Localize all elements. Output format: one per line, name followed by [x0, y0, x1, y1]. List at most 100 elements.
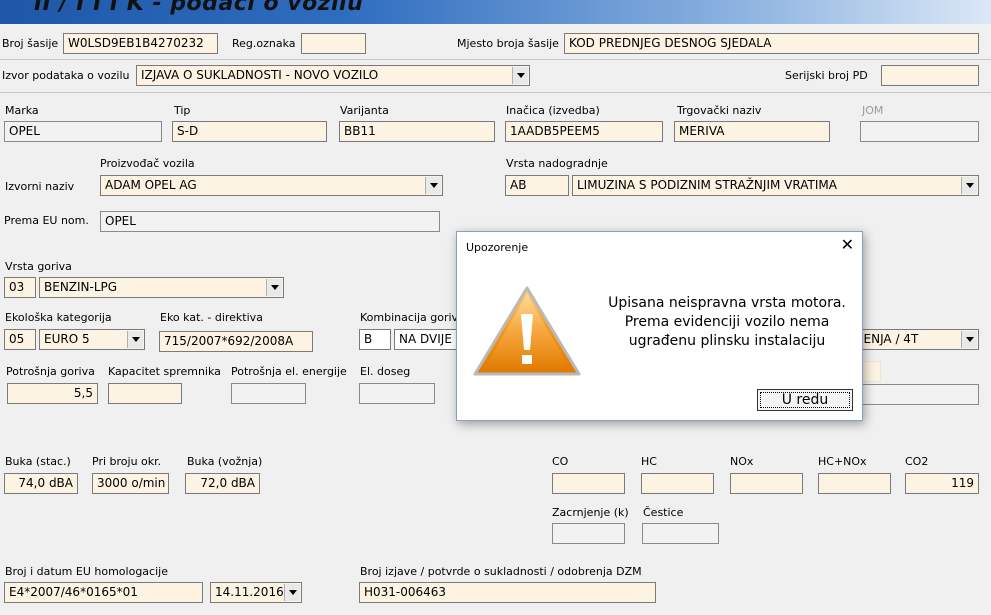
vrsta-motora-value: JENJA / 4T [860, 332, 919, 346]
izvor-podataka-label: Izvor podataka o vozilu [2, 69, 130, 82]
kombinacija-code-field[interactable]: B [359, 329, 391, 350]
izvor-podataka-select[interactable]: IZJAVA O SUKLADNOSTI - NOVO VOZILO [136, 65, 530, 86]
eu-homologacija-datum-field[interactable]: 14.11.2016 [210, 582, 302, 603]
tip-label: Tip [174, 104, 191, 117]
inacica-field[interactable]: 1AADB5PEEM5 [505, 121, 663, 142]
proizvodac-select[interactable]: ADAM OPEL AG [100, 175, 443, 196]
vrsta-nadogradnje-label: Vrsta nadogradnje [506, 157, 608, 170]
izvorni-naziv-label: Izvorni naziv [5, 180, 75, 193]
buka-voznja-field[interactable]: 72,0 dBA [185, 473, 260, 494]
gorivo-value: BENZIN-LPG [44, 280, 118, 294]
marka-label: Marka [5, 104, 39, 117]
pri-broju-okr-label: Pri broju okr. [92, 455, 162, 468]
broj-sasije-field[interactable]: W0LSD9EB1B4270232 [63, 33, 218, 54]
page-title: II / I I I K - podaci o vozilu [34, 0, 364, 16]
dialog-title: Upozorenje [466, 241, 529, 254]
serijski-broj-field[interactable] [881, 65, 979, 86]
zacrnjenje-label: Zacrnjenje (k) [552, 506, 629, 519]
marka-field[interactable]: OPEL [4, 121, 162, 142]
eko-kat-select[interactable]: EURO 5 [39, 329, 145, 350]
serijski-broj-label: Serijski broj PD [785, 69, 868, 82]
chevron-down-icon[interactable] [961, 331, 977, 348]
nadogradnja-select[interactable]: LIMUZINA S PODIZNIM STRAŽNJIM VRATIMA [572, 175, 979, 196]
potrosnja-el-label: Potrošnja el. energije [231, 365, 347, 378]
dialog-message-line: Prema evidenciji vozilo nema [624, 314, 830, 330]
close-icon[interactable]: ✕ [841, 236, 854, 254]
kombinacija-select[interactable]: NA DVIJE V [394, 329, 464, 350]
warning-icon [473, 286, 581, 376]
chevron-down-icon[interactable] [961, 177, 977, 194]
dialog-message-line: Upisana neispravna vrsta motora. [608, 295, 846, 311]
buka-stac-label: Buka (stac.) [5, 455, 71, 468]
kapacitet-spremnika-label: Kapacitet spremnika [108, 365, 221, 378]
cestice-field[interactable] [642, 523, 719, 544]
chevron-down-icon[interactable] [284, 584, 300, 601]
jom-field [860, 121, 979, 142]
hc-nox-label: HC+NOx [818, 455, 867, 468]
eko-direktiva-field[interactable]: 715/2007*692/2008A [159, 331, 313, 352]
reg-oznaka-field[interactable] [301, 33, 366, 54]
inacica-label: Inačica (izvedba) [506, 104, 600, 117]
chevron-down-icon[interactable] [512, 67, 528, 84]
potrosnja-el-field[interactable] [231, 383, 306, 404]
reg-oznaka-label: Reg.oznaka [232, 37, 296, 50]
mjesto-broja-sasije-field[interactable]: KOD PREDNJEG DESNOG SJEDALA [564, 33, 979, 54]
chevron-down-icon[interactable] [127, 331, 143, 348]
nadogradnja-value: LIMUZINA S PODIZNIM STRAŽNJIM VRATIMA [577, 178, 837, 192]
dialog-message: Upisana neispravna vrsta motora. Prema e… [597, 294, 857, 351]
co-label: CO [552, 455, 569, 468]
gorivo-select[interactable]: BENZIN-LPG [39, 277, 284, 298]
dialog-message-line: ugrađenu plinsku instalaciju [628, 333, 826, 349]
kapacitet-spremnika-field[interactable] [108, 383, 182, 404]
co-field[interactable] [552, 473, 625, 494]
hc-label: HC [641, 455, 657, 468]
kombinacija-goriva-label: Kombinacija goriva [360, 311, 465, 324]
vrsta-goriva-label: Vrsta goriva [5, 260, 72, 273]
jom-label: JOM [862, 104, 884, 117]
buka-voznja-label: Buka (vožnja) [187, 455, 263, 468]
nox-label: NOx [730, 455, 754, 468]
eko-kat-code-field[interactable]: 05 [4, 329, 36, 350]
eu-homologacija-label: Broj i datum EU homologacije [5, 565, 168, 578]
ekoloska-kategorija-label: Ekološka kategorija [5, 311, 112, 324]
cestice-label: Čestice [643, 506, 684, 519]
datum-value: 14.11.2016 [215, 585, 284, 599]
chevron-down-icon[interactable] [266, 279, 282, 296]
warning-dialog: Upozorenje ✕ Upisana neispravna vrsta mo… [456, 231, 863, 421]
co2-label: CO2 [905, 455, 929, 468]
zacrnjenje-field[interactable] [552, 523, 625, 544]
mjesto-broja-sasije-label: Mjesto broja šasije [457, 37, 559, 50]
prema-eu-nom-field[interactable]: OPEL [100, 211, 440, 232]
trgovacki-naziv-field[interactable]: MERIVA [674, 121, 830, 142]
hc-field[interactable] [641, 473, 714, 494]
field-fragment [855, 384, 979, 405]
eu-homologacija-broj-field[interactable]: E4*2007/46*0165*01 [4, 582, 203, 603]
izvor-podataka-value: IZJAVA O SUKLADNOSTI - NOVO VOZILO [141, 68, 379, 82]
gorivo-code-field[interactable]: 03 [4, 277, 36, 298]
chevron-down-icon[interactable] [425, 177, 441, 194]
potrosnja-goriva-label: Potrošnja goriva [6, 365, 95, 378]
el-doseg-field[interactable] [359, 383, 435, 404]
hc-nox-field[interactable] [818, 473, 891, 494]
tip-field[interactable]: S-D [172, 121, 327, 142]
nadogradnja-code-field[interactable]: AB [505, 175, 569, 196]
proizvodac-label: Proizvođač vozila [100, 157, 195, 170]
pri-broju-okr-field[interactable]: 3000 o/min [92, 473, 169, 494]
varijanta-label: Varijanta [340, 104, 389, 117]
broj-izjave-field[interactable]: H031-006463 [359, 582, 656, 603]
eko-kat-value: EURO 5 [44, 332, 90, 346]
divider [0, 59, 991, 60]
trgovacki-naziv-label: Trgovački naziv [677, 104, 762, 117]
prema-eu-nom-label: Prema EU nom. [4, 214, 89, 227]
el-doseg-label: El. doseg [360, 365, 411, 378]
ok-button[interactable]: U redu [757, 389, 853, 411]
broj-izjave-label: Broj izjave / potvrde o sukladnosti / od… [360, 565, 642, 578]
divider [0, 92, 991, 93]
co2-field[interactable]: 119 [905, 473, 979, 494]
broj-sasije-label: Broj šasije [2, 37, 59, 50]
vrsta-motora-select[interactable]: JENJA / 4T [855, 329, 979, 350]
buka-stac-field[interactable]: 74,0 dBA [4, 473, 78, 494]
potrosnja-goriva-field[interactable]: 5,5 [7, 383, 98, 404]
nox-field[interactable] [730, 473, 803, 494]
varijanta-field[interactable]: BB11 [339, 121, 495, 142]
